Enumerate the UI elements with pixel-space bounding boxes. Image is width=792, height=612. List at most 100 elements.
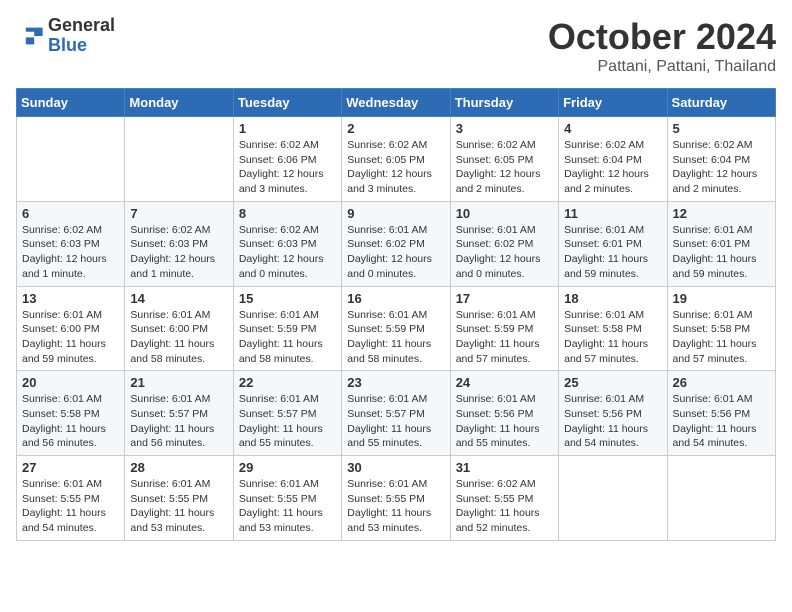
day-info: Sunrise: 6:01 AM Sunset: 5:58 PM Dayligh… xyxy=(564,308,661,367)
day-info: Sunrise: 6:01 AM Sunset: 6:00 PM Dayligh… xyxy=(22,308,119,367)
day-info: Sunrise: 6:01 AM Sunset: 5:57 PM Dayligh… xyxy=(347,392,444,451)
calendar-day-cell: 31 Sunrise: 6:02 AM Sunset: 5:55 PM Dayli… xyxy=(450,456,558,541)
day-number: 7 xyxy=(130,206,227,221)
calendar-day-cell: 17 Sunrise: 6:01 AM Sunset: 5:59 PM Dayli… xyxy=(450,286,558,371)
calendar-day-cell xyxy=(559,456,667,541)
calendar-day-cell: 10 Sunrise: 6:01 AM Sunset: 6:02 PM Dayli… xyxy=(450,201,558,286)
day-number: 1 xyxy=(239,121,336,136)
logo-text: General Blue xyxy=(48,16,115,56)
day-number: 4 xyxy=(564,121,661,136)
calendar-header: SundayMondayTuesdayWednesdayThursdayFrid… xyxy=(17,89,776,117)
day-number: 2 xyxy=(347,121,444,136)
calendar-week-row: 27 Sunrise: 6:01 AM Sunset: 5:55 PM Dayli… xyxy=(17,456,776,541)
calendar-day-cell: 6Sunrise: 6:02 AM Sunset: 6:03 PM Daylig… xyxy=(17,201,125,286)
calendar-day-cell: 3 Sunrise: 6:02 AM Sunset: 6:05 PM Daylig… xyxy=(450,117,558,202)
day-info: Sunrise: 6:02 AM Sunset: 6:04 PM Dayligh… xyxy=(673,138,770,197)
calendar-day-cell: 1 Sunrise: 6:02 AM Sunset: 6:06 PM Daylig… xyxy=(233,117,341,202)
calendar-week-row: 20Sunrise: 6:01 AM Sunset: 5:58 PM Dayli… xyxy=(17,371,776,456)
day-info: Sunrise: 6:02 AM Sunset: 6:04 PM Dayligh… xyxy=(564,138,661,197)
day-number: 10 xyxy=(456,206,553,221)
day-number: 18 xyxy=(564,291,661,306)
calendar-day-cell: 20Sunrise: 6:01 AM Sunset: 5:58 PM Dayli… xyxy=(17,371,125,456)
day-info: Sunrise: 6:01 AM Sunset: 5:59 PM Dayligh… xyxy=(347,308,444,367)
calendar-day-cell: 13 Sunrise: 6:01 AM Sunset: 6:00 PM Dayli… xyxy=(17,286,125,371)
calendar-day-cell: 22 Sunrise: 6:01 AM Sunset: 5:57 PM Dayli… xyxy=(233,371,341,456)
day-info: Sunrise: 6:01 AM Sunset: 5:59 PM Dayligh… xyxy=(456,308,553,367)
day-number: 31 xyxy=(456,460,553,475)
weekday-header: Thursday xyxy=(450,89,558,117)
day-info: Sunrise: 6:01 AM Sunset: 6:02 PM Dayligh… xyxy=(456,223,553,282)
day-info: Sunrise: 6:01 AM Sunset: 5:56 PM Dayligh… xyxy=(456,392,553,451)
day-info: Sunrise: 6:01 AM Sunset: 6:00 PM Dayligh… xyxy=(130,308,227,367)
day-number: 16 xyxy=(347,291,444,306)
day-number: 14 xyxy=(130,291,227,306)
day-number: 25 xyxy=(564,375,661,390)
calendar-day-cell: 24 Sunrise: 6:01 AM Sunset: 5:56 PM Dayli… xyxy=(450,371,558,456)
calendar-day-cell: 8 Sunrise: 6:02 AM Sunset: 6:03 PM Daylig… xyxy=(233,201,341,286)
calendar-day-cell: 30Sunrise: 6:01 AM Sunset: 5:55 PM Dayli… xyxy=(342,456,450,541)
calendar-day-cell: 7 Sunrise: 6:02 AM Sunset: 6:03 PM Daylig… xyxy=(125,201,233,286)
calendar-day-cell: 9Sunrise: 6:01 AM Sunset: 6:02 PM Daylig… xyxy=(342,201,450,286)
calendar-day-cell: 15 Sunrise: 6:01 AM Sunset: 5:59 PM Dayli… xyxy=(233,286,341,371)
day-info: Sunrise: 6:02 AM Sunset: 6:05 PM Dayligh… xyxy=(456,138,553,197)
title-area: October 2024 Pattani, Pattani, Thailand xyxy=(548,16,776,76)
day-info: Sunrise: 6:01 AM Sunset: 5:56 PM Dayligh… xyxy=(564,392,661,451)
day-number: 8 xyxy=(239,206,336,221)
calendar-day-cell: 2Sunrise: 6:02 AM Sunset: 6:05 PM Daylig… xyxy=(342,117,450,202)
day-info: Sunrise: 6:01 AM Sunset: 6:01 PM Dayligh… xyxy=(673,223,770,282)
day-info: Sunrise: 6:01 AM Sunset: 5:57 PM Dayligh… xyxy=(130,392,227,451)
day-info: Sunrise: 6:01 AM Sunset: 5:59 PM Dayligh… xyxy=(239,308,336,367)
calendar-day-cell: 4 Sunrise: 6:02 AM Sunset: 6:04 PM Daylig… xyxy=(559,117,667,202)
calendar-day-cell: 14 Sunrise: 6:01 AM Sunset: 6:00 PM Dayli… xyxy=(125,286,233,371)
day-number: 19 xyxy=(673,291,770,306)
day-info: Sunrise: 6:01 AM Sunset: 5:57 PM Dayligh… xyxy=(239,392,336,451)
month-title: October 2024 xyxy=(548,16,776,58)
day-number: 9 xyxy=(347,206,444,221)
logo-icon xyxy=(16,22,44,50)
weekday-header: Saturday xyxy=(667,89,775,117)
calendar-day-cell xyxy=(17,117,125,202)
day-number: 30 xyxy=(347,460,444,475)
day-info: Sunrise: 6:01 AM Sunset: 5:58 PM Dayligh… xyxy=(673,308,770,367)
calendar-day-cell xyxy=(667,456,775,541)
calendar-day-cell: 11Sunrise: 6:01 AM Sunset: 6:01 PM Dayli… xyxy=(559,201,667,286)
calendar-day-cell: 28Sunrise: 6:01 AM Sunset: 5:55 PM Dayli… xyxy=(125,456,233,541)
weekday-header: Friday xyxy=(559,89,667,117)
day-number: 22 xyxy=(239,375,336,390)
day-number: 6 xyxy=(22,206,119,221)
day-info: Sunrise: 6:01 AM Sunset: 5:55 PM Dayligh… xyxy=(22,477,119,536)
day-number: 3 xyxy=(456,121,553,136)
calendar-day-cell: 23Sunrise: 6:01 AM Sunset: 5:57 PM Dayli… xyxy=(342,371,450,456)
day-info: Sunrise: 6:02 AM Sunset: 6:03 PM Dayligh… xyxy=(130,223,227,282)
day-number: 29 xyxy=(239,460,336,475)
day-number: 17 xyxy=(456,291,553,306)
calendar-day-cell: 19 Sunrise: 6:01 AM Sunset: 5:58 PM Dayli… xyxy=(667,286,775,371)
calendar-day-cell: 12Sunrise: 6:01 AM Sunset: 6:01 PM Dayli… xyxy=(667,201,775,286)
logo-general-text: General xyxy=(48,16,115,36)
calendar-day-cell: 29 Sunrise: 6:01 AM Sunset: 5:55 PM Dayli… xyxy=(233,456,341,541)
location-title: Pattani, Pattani, Thailand xyxy=(548,58,776,76)
day-info: Sunrise: 6:02 AM Sunset: 5:55 PM Dayligh… xyxy=(456,477,553,536)
day-number: 5 xyxy=(673,121,770,136)
day-number: 24 xyxy=(456,375,553,390)
calendar-body: 1 Sunrise: 6:02 AM Sunset: 6:06 PM Daylig… xyxy=(17,117,776,541)
day-info: Sunrise: 6:01 AM Sunset: 5:55 PM Dayligh… xyxy=(130,477,227,536)
logo: General Blue xyxy=(16,16,115,56)
weekday-header: Sunday xyxy=(17,89,125,117)
weekday-header: Monday xyxy=(125,89,233,117)
calendar-day-cell: 16 Sunrise: 6:01 AM Sunset: 5:59 PM Dayli… xyxy=(342,286,450,371)
day-number: 15 xyxy=(239,291,336,306)
calendar-week-row: 13 Sunrise: 6:01 AM Sunset: 6:00 PM Dayli… xyxy=(17,286,776,371)
day-number: 27 xyxy=(22,460,119,475)
calendar-day-cell: 21Sunrise: 6:01 AM Sunset: 5:57 PM Dayli… xyxy=(125,371,233,456)
calendar-day-cell: 5 Sunrise: 6:02 AM Sunset: 6:04 PM Daylig… xyxy=(667,117,775,202)
day-info: Sunrise: 6:01 AM Sunset: 5:55 PM Dayligh… xyxy=(239,477,336,536)
calendar-day-cell: 26Sunrise: 6:01 AM Sunset: 5:56 PM Dayli… xyxy=(667,371,775,456)
day-info: Sunrise: 6:01 AM Sunset: 5:56 PM Dayligh… xyxy=(673,392,770,451)
day-number: 13 xyxy=(22,291,119,306)
page-header: General Blue October 2024 Pattani, Patta… xyxy=(16,16,776,76)
day-info: Sunrise: 6:02 AM Sunset: 6:03 PM Dayligh… xyxy=(239,223,336,282)
calendar-day-cell: 27 Sunrise: 6:01 AM Sunset: 5:55 PM Dayli… xyxy=(17,456,125,541)
day-info: Sunrise: 6:02 AM Sunset: 6:06 PM Dayligh… xyxy=(239,138,336,197)
calendar-day-cell: 18 Sunrise: 6:01 AM Sunset: 5:58 PM Dayli… xyxy=(559,286,667,371)
